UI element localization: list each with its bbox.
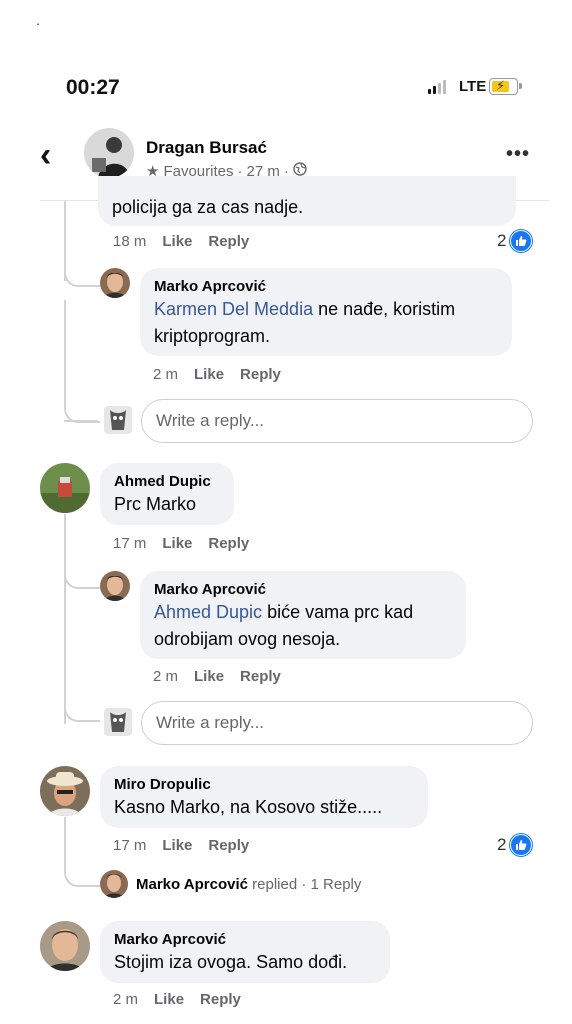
reply-button[interactable]: Reply <box>208 233 249 250</box>
commenter-name[interactable]: Marko Aprcović <box>154 580 452 599</box>
comment-time: 2 m <box>153 668 179 685</box>
commenter-name[interactable]: Marko Aprcović <box>114 930 376 949</box>
back-icon[interactable]: ‹ <box>40 138 51 172</box>
commenter-name[interactable]: Ahmed Dupic <box>114 472 220 491</box>
thread-elbow <box>64 300 100 423</box>
commenter-avatar[interactable] <box>100 571 130 601</box>
reply-button[interactable]: Reply <box>208 837 249 854</box>
mention-link[interactable]: Karmen Del Meddia <box>154 299 313 319</box>
commenter-avatar[interactable] <box>40 766 90 816</box>
comment-text: policija ga za cas nadje. <box>112 197 304 217</box>
my-avatar <box>104 406 132 434</box>
reply-button[interactable]: Reply <box>200 991 241 1008</box>
thread-elbow <box>64 690 100 722</box>
comment-bubble: Marko Aprcović Karmen Del Meddia ne nađe… <box>140 268 512 356</box>
reply-count: 1 Reply <box>310 875 362 893</box>
replied-label: replied <box>252 875 298 893</box>
stray-dot: . <box>36 12 40 28</box>
thread-elbow <box>64 560 100 589</box>
comment-time: 2 m <box>113 991 139 1008</box>
thread-elbow <box>64 255 100 287</box>
commenter-name[interactable]: Miro Dropulic <box>114 775 414 794</box>
like-button[interactable]: Like <box>194 668 224 685</box>
comment-bubble: Marko Aprcović Stojim iza ovoga. Samo do… <box>100 921 390 983</box>
reaction-count[interactable]: 2 <box>497 834 533 856</box>
like-button[interactable]: Like <box>162 837 192 854</box>
replier-avatar <box>100 870 128 898</box>
comment-bubble: Miro Dropulic Kasno Marko, na Kosovo sti… <box>100 766 428 828</box>
comment-text-part: biće vama prc kad <box>262 602 414 622</box>
comment-bubble: Marko Aprcović Ahmed Dupic biće vama prc… <box>140 571 466 659</box>
comment-actions: 17 m Like Reply <box>113 837 249 854</box>
comment-time: 2 m <box>153 366 179 383</box>
reply-button[interactable]: Reply <box>208 535 249 552</box>
comment-time: 17 m <box>113 837 147 854</box>
battery-icon: ⚡ <box>489 78 522 95</box>
comment-bubble: Ahmed Dupic Prc Marko <box>100 463 234 525</box>
like-reaction-icon <box>510 834 533 856</box>
like-reaction-icon <box>510 230 533 252</box>
like-button[interactable]: Like <box>154 991 184 1008</box>
comment-actions: 2 m Like Reply <box>113 991 241 1008</box>
comment-text: Karmen Del Meddia ne nađe, koristim <box>154 296 498 323</box>
comment-bubble: policija ga za cas nadje. <box>98 176 516 226</box>
like-button[interactable]: Like <box>162 233 192 250</box>
reply-button[interactable]: Reply <box>240 668 281 685</box>
comment-text-line: odrobijam ovog nesoja. <box>154 629 341 649</box>
comment-actions: 2 m Like Reply <box>153 668 281 685</box>
network-label: LTE <box>459 78 487 95</box>
like-button[interactable]: Like <box>162 535 192 552</box>
like-button[interactable]: Like <box>194 366 224 383</box>
reply-input[interactable]: Write a reply... <box>141 399 533 443</box>
comment-time: 18 m <box>113 233 147 250</box>
comment-text-part: ne nađe, koristim <box>313 299 456 319</box>
signal-icon <box>428 80 446 94</box>
my-avatar <box>104 708 132 736</box>
comment-actions: 18 m Like Reply <box>113 233 249 250</box>
commenter-avatar[interactable] <box>100 268 130 298</box>
author-name[interactable]: Dragan Bursać <box>146 138 267 158</box>
commenter-avatar[interactable] <box>40 463 90 513</box>
thread-elbow <box>64 858 100 887</box>
mention-link[interactable]: Ahmed Dupic <box>154 602 262 622</box>
reply-input[interactable]: Write a reply... <box>141 701 533 745</box>
reply-button[interactable]: Reply <box>240 366 281 383</box>
comment-actions: 17 m Like Reply <box>113 535 249 552</box>
comment-text: Kasno Marko, na Kosovo stiže..... <box>114 797 383 817</box>
reaction-count[interactable]: 2 <box>497 230 533 252</box>
replier-name: Marko Aprcović <box>136 875 248 893</box>
comment-text: Ahmed Dupic biće vama prc kad <box>154 599 452 626</box>
reaction-number: 2 <box>497 231 507 250</box>
comment-text: Stojim iza ovoga. Samo dođi. <box>114 952 348 972</box>
reaction-number: 2 <box>497 835 507 854</box>
comment-time: 17 m <box>113 535 147 552</box>
commenter-name[interactable]: Marko Aprcović <box>154 277 498 296</box>
comment-text-line: kriptoprogram. <box>154 326 271 346</box>
more-options-icon[interactable]: ••• <box>506 143 530 166</box>
view-replies-link[interactable]: Marko Aprcović replied · 1 Reply <box>100 870 361 898</box>
author-avatar[interactable] <box>84 128 134 178</box>
status-time: 00:27 <box>66 76 120 99</box>
comment-text: Prc Marko <box>114 494 197 514</box>
comment-actions: 2 m Like Reply <box>153 366 281 383</box>
commenter-avatar[interactable] <box>40 921 90 971</box>
